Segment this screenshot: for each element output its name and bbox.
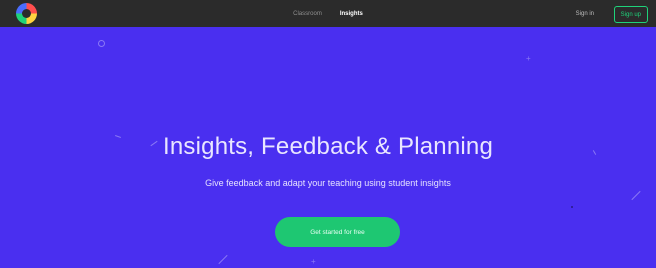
get-started-button[interactable]: Get started for free [275, 217, 400, 247]
nav-link-insights[interactable]: Insights [340, 11, 363, 17]
nav-link-classroom[interactable]: Classroom [293, 11, 322, 17]
decorative-dot [571, 206, 573, 208]
decorative-plus: + [311, 257, 316, 266]
sign-in-link[interactable]: Sign in [576, 0, 594, 27]
decorative-line [218, 254, 228, 265]
top-navigation-bar: Classroom Insights Sign in Sign up [0, 0, 656, 27]
logo-icon[interactable] [16, 3, 37, 24]
page-title: Insights, Feedback & Planning [163, 133, 493, 160]
decorative-circle [98, 40, 105, 47]
hero-subtitle: Give feedback and adapt your teaching us… [205, 178, 451, 188]
primary-nav: Classroom Insights [0, 0, 656, 27]
decorative-plus: + [526, 54, 531, 63]
sign-up-button[interactable]: Sign up [613, 6, 648, 23]
decorative-line [631, 190, 641, 201]
